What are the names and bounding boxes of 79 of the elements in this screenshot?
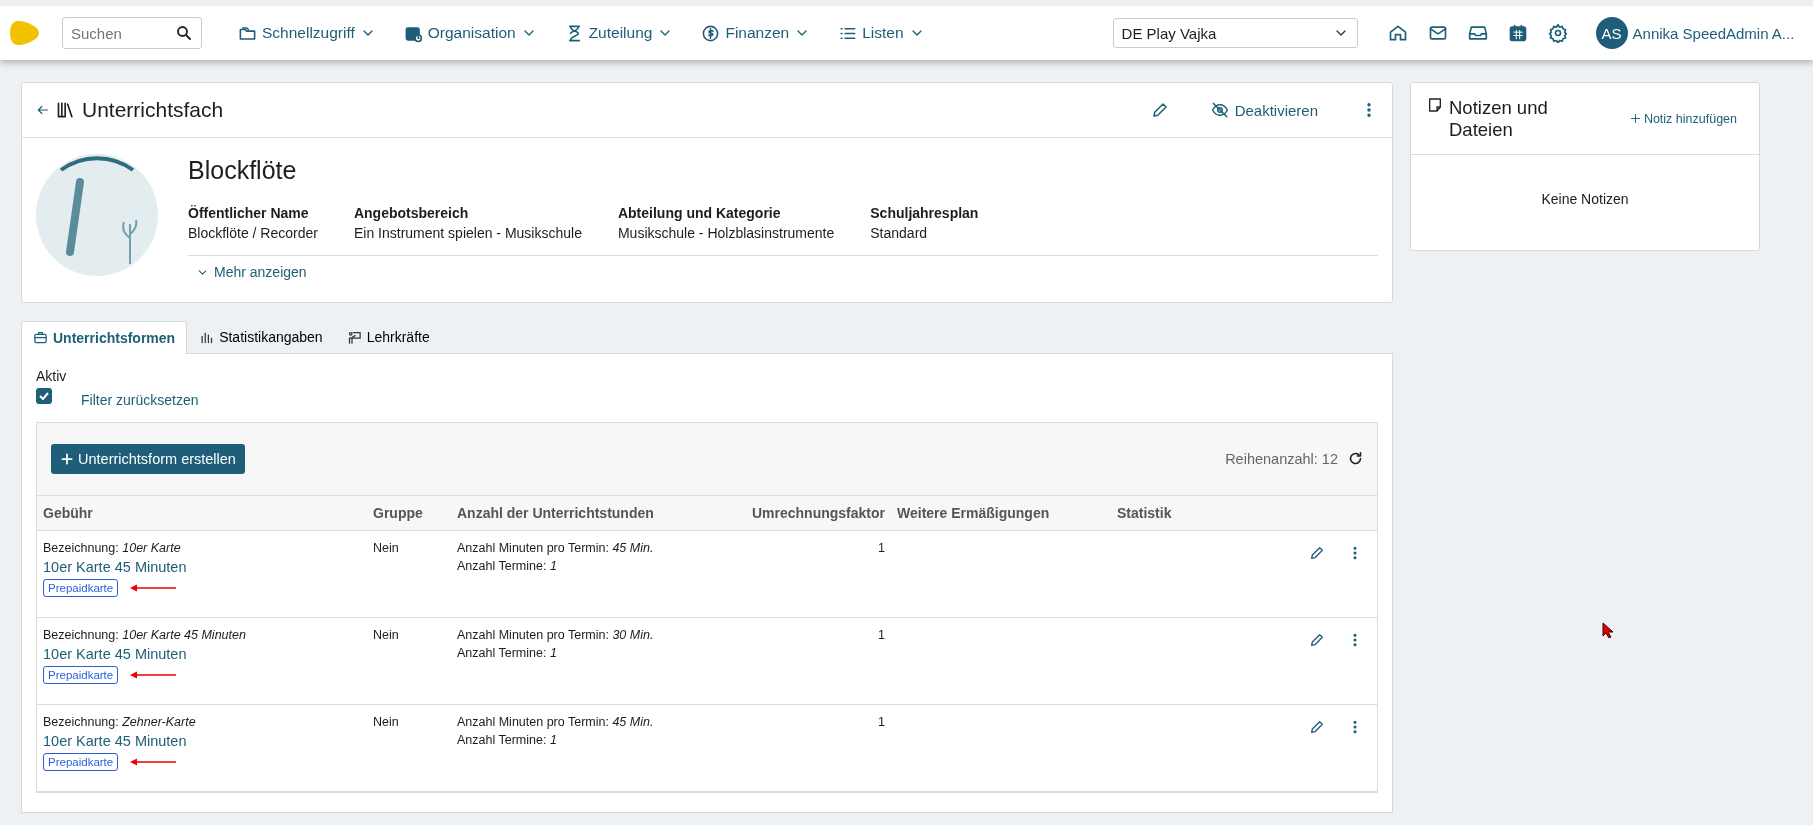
mail-icon[interactable] <box>1427 23 1448 43</box>
minutes-text: Anzahl Minuten pro Termin: 45 Min. <box>457 539 655 557</box>
field-label: Öffentlicher Name <box>188 205 310 221</box>
briefcase-icon <box>33 330 48 345</box>
edit-icon[interactable] <box>1309 544 1325 561</box>
prepaid-badge: Prepaidkarte <box>43 752 119 771</box>
tab[interactable]: Unterrichtsformen <box>21 320 188 354</box>
row-count: Reihenanzahl: 12 <box>1225 450 1338 467</box>
show-more-link[interactable]: Mehr anzeigen <box>196 264 307 280</box>
prepaid-badge: Prepaidkarte <box>43 665 119 684</box>
fee-link[interactable]: 10er Karte 45 Minuten <box>43 556 361 577</box>
factor-cell-text: 1 <box>877 539 886 557</box>
calendar-icon[interactable] <box>1507 23 1528 43</box>
deactivate-button[interactable]: Deaktivieren <box>1204 100 1324 120</box>
column-header: Statistik <box>1116 503 1173 523</box>
nav-menu[interactable]: Organisation <box>403 23 537 43</box>
school-select[interactable]: DE Play Vajka <box>1112 18 1358 48</box>
column-header: Umrechnungsfaktor <box>750 503 886 523</box>
reset-filter-link[interactable]: Filter zurücksetzen <box>81 391 199 408</box>
user-avatar[interactable]: AS <box>1595 17 1628 49</box>
group-cell-text: Nein <box>372 713 400 731</box>
count-text: Anzahl Termine: 1 <box>457 731 558 749</box>
nav-menu[interactable]: Finanzen <box>701 23 811 43</box>
group-cell-text: Nein <box>372 539 400 557</box>
minutes-text: Anzahl Minuten pro Termin: 45 Min. <box>457 713 655 731</box>
group-cell-text: Nein <box>372 626 400 644</box>
inbox-icon[interactable] <box>1467 23 1488 43</box>
user-name[interactable]: Annika SpeedAdmin A... <box>1632 24 1795 42</box>
edit-icon[interactable] <box>1309 631 1325 648</box>
factor-cell-text: 1 <box>877 713 886 731</box>
column-header: Anzahl der Unterrichtstunden <box>456 503 655 523</box>
books-icon <box>56 100 76 120</box>
field-value: Blockflöte / Recorder <box>188 225 318 241</box>
field-label: Angebotsbereich <box>353 205 470 221</box>
refresh-icon[interactable] <box>1348 451 1363 466</box>
home-icon[interactable] <box>1387 23 1408 43</box>
active-checkbox[interactable] <box>36 387 52 404</box>
search-icon <box>175 24 193 42</box>
tab[interactable]: Lehrkräfte <box>334 320 442 353</box>
note-icon <box>1427 96 1443 113</box>
empty-notes-text: Keine Notizen <box>1540 190 1630 207</box>
tab[interactable]: Statistikangaben <box>187 320 335 353</box>
minutes-text: Anzahl Minuten pro Termin: 30 Min. <box>457 626 655 644</box>
create-button[interactable]: Unterrichtsform erstellen <box>51 443 245 474</box>
nav-menu[interactable]: Zuteilung <box>564 23 674 43</box>
filter-label: Aktiv <box>36 367 68 384</box>
field-value: Ein Instrument spielen - Musikschule <box>353 225 582 241</box>
fee-link[interactable]: 10er Karte 45 Minuten <box>43 643 361 664</box>
designation-text: Bezeichnung: 10er Karte <box>43 539 182 557</box>
column-header: Gruppe <box>372 503 424 523</box>
designation-text: Bezeichnung: Zehner-Karte <box>43 713 197 731</box>
fee-link[interactable]: 10er Karte 45 Minuten <box>43 730 361 751</box>
page-title: Unterrichtsfach <box>82 98 224 122</box>
field-label: Schuljahresplan <box>870 205 979 221</box>
edit-icon[interactable] <box>1309 718 1325 735</box>
teacher-icon <box>346 329 362 345</box>
count-text: Anzahl Termine: 1 <box>457 644 558 662</box>
count-text: Anzahl Termine: 1 <box>457 557 558 575</box>
add-note-button[interactable]: Notiz hinzufügen <box>1623 110 1743 127</box>
field-value: Musikschule - Holzblasinstrumente <box>617 225 835 241</box>
column-header: Gebühr <box>42 503 94 523</box>
plus-icon <box>1629 113 1641 124</box>
subject-name: Blockflöte <box>188 156 298 185</box>
settings-icon[interactable] <box>1547 23 1568 43</box>
field-label: Abteilung und Kategorie <box>617 205 782 221</box>
back-arrow-icon[interactable] <box>36 103 50 117</box>
nav-menu[interactable]: Schnellzugriff <box>238 23 376 43</box>
notes-title: Notizen und Dateien <box>1449 96 1549 141</box>
designation-text: Bezeichnung: 10er Karte 45 Minuten <box>43 626 247 644</box>
nav-menu[interactable]: Listen <box>838 23 925 43</box>
search-field[interactable]: Suchen <box>62 17 202 49</box>
plus-icon <box>60 451 74 466</box>
edit-icon[interactable] <box>1150 101 1169 119</box>
prepaid-badge: Prepaidkarte <box>43 578 119 597</box>
eye-slash-icon <box>1210 101 1229 119</box>
field-value: Standard <box>870 225 929 241</box>
column-header: Weitere Ermäßigungen <box>896 503 1051 523</box>
dollar-icon <box>701 23 721 43</box>
factor-cell-text: 1 <box>877 626 886 644</box>
